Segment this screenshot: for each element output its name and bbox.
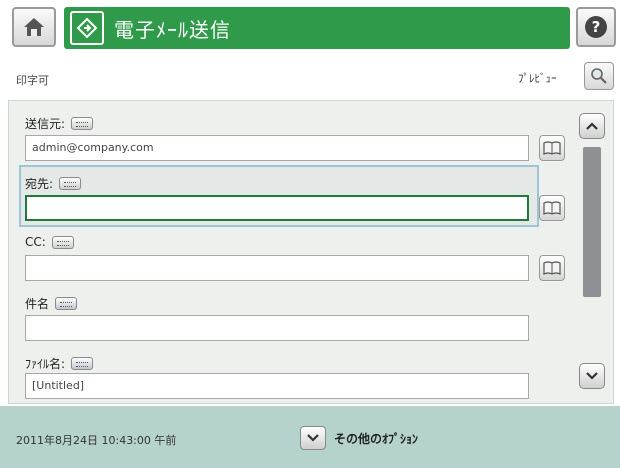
keyboard-icon (55, 297, 78, 310)
header: 電子ﾒｰﾙ送信 ? (0, 0, 620, 64)
address-book-icon (543, 141, 561, 155)
to-address-book-button[interactable] (539, 195, 565, 221)
subject-label-row: 件名 (25, 295, 78, 312)
status-bar: 印字可 ﾌﾟﾚﾋﾞｭｰ (0, 58, 620, 98)
to-field[interactable] (25, 195, 529, 221)
from-label-row: 送信元: (25, 115, 94, 132)
chevron-up-icon (586, 122, 598, 130)
cc-label-row: CC: (25, 235, 74, 249)
keyboard-icon (59, 177, 82, 190)
more-options-button[interactable] (300, 426, 326, 450)
subject-field[interactable] (25, 315, 529, 341)
home-button[interactable] (12, 7, 56, 47)
datetime: 2011年8月24日 10:43:00 午前 (16, 434, 177, 447)
cc-field[interactable] (25, 255, 529, 281)
cc-address-book-button[interactable] (539, 255, 565, 281)
to-label-row: 宛先: (25, 175, 82, 192)
from-address-book-button[interactable] (539, 135, 565, 161)
filename-field[interactable]: [Untitled] (25, 373, 529, 399)
keyboard-icon (71, 117, 94, 130)
title-bar: 電子ﾒｰﾙ送信 (64, 7, 570, 49)
magnifier-icon (591, 68, 607, 84)
cc-label: CC: (25, 235, 46, 249)
footer: 2011年8月24日 10:43:00 午前 その他のｵﾌﾟｼｮﾝ (0, 406, 620, 468)
keyboard-icon (51, 235, 74, 249)
filename-label: ﾌｧｲﾙ名: (25, 357, 66, 371)
scroll-up-button[interactable] (579, 113, 605, 139)
scroll-thumb[interactable] (583, 147, 601, 297)
home-icon (24, 18, 44, 36)
from-label: 送信元: (25, 117, 66, 131)
svg-text:?: ? (592, 18, 601, 36)
help-button[interactable]: ? (576, 7, 616, 47)
scroll-down-button[interactable] (579, 363, 605, 389)
chevron-down-icon (307, 434, 319, 442)
address-book-icon (543, 201, 561, 215)
email-send-icon (70, 11, 104, 45)
preview-button[interactable] (584, 62, 614, 90)
to-label: 宛先: (25, 177, 54, 191)
keyboard-icon (71, 357, 94, 370)
more-options-label[interactable]: その他のｵﾌﾟｼｮﾝ (334, 430, 418, 447)
subject-label: 件名 (25, 297, 50, 311)
filename-label-row: ﾌｧｲﾙ名: (25, 355, 94, 372)
chevron-down-icon (586, 372, 598, 380)
preview-label: ﾌﾟﾚﾋﾞｭｰ (518, 72, 557, 85)
help-icon: ? (585, 16, 607, 38)
page-title: 電子ﾒｰﾙ送信 (114, 17, 231, 42)
address-book-icon (543, 261, 561, 275)
from-field[interactable]: admin@company.com (25, 135, 529, 161)
scrollbar[interactable] (579, 113, 605, 389)
email-form-panel: 送信元: admin@company.com 宛先: CC: 件名 ﾌｧｲﾙ名:… (8, 100, 614, 404)
printer-status: 印字可 (16, 74, 49, 87)
